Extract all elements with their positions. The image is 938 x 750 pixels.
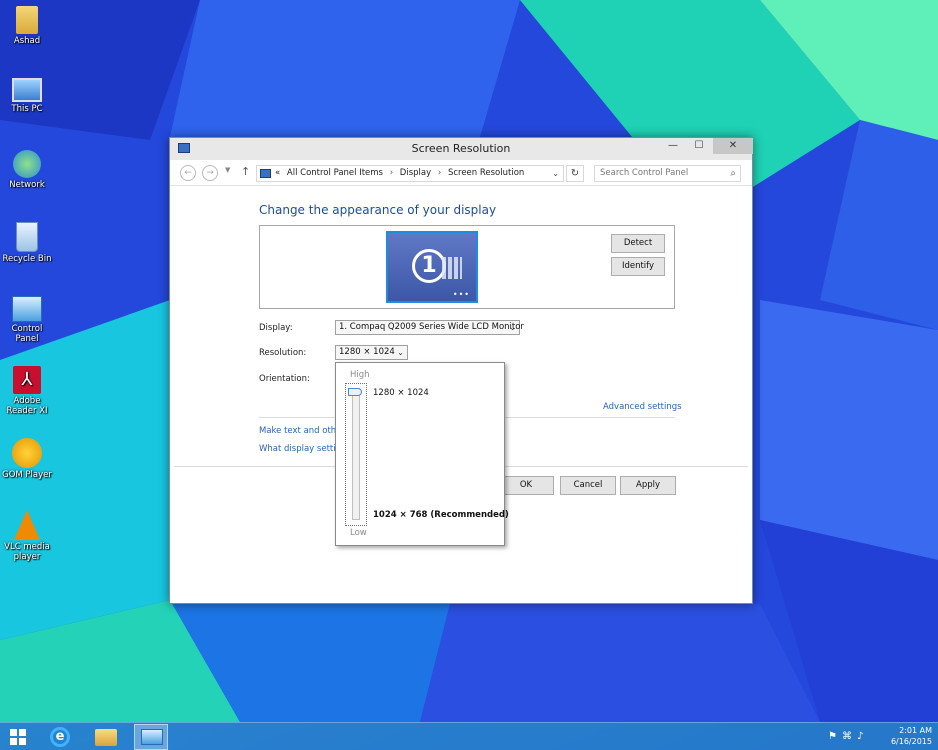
recent-locations-chevron-icon[interactable]: ▼	[225, 166, 230, 174]
recycle-bin-icon	[16, 222, 38, 252]
windows-logo-icon	[19, 729, 26, 736]
desktop-icon-recycle-bin[interactable]: Recycle Bin	[2, 222, 52, 264]
minimize-button[interactable]: —	[660, 138, 686, 154]
close-button[interactable]: ✕	[713, 138, 753, 154]
desktop-icon-label: VLC media player	[4, 542, 50, 562]
gom-player-icon	[12, 438, 42, 468]
clock[interactable]: 2:01 AM 6/16/2015	[891, 725, 932, 747]
clock-time: 2:01 AM	[899, 726, 932, 735]
make-text-larger-link[interactable]: Make text and other	[259, 426, 345, 436]
resolution-select[interactable]: 1280 × 1024 ⌄	[335, 345, 408, 360]
breadcrumb-item-all-control-panel[interactable]: All Control Panel Items	[287, 168, 383, 178]
windows-logo-icon	[10, 738, 17, 745]
slider-thumb[interactable]	[348, 388, 362, 396]
volume-icon[interactable]: ♪	[857, 731, 868, 742]
chevron-down-icon: ⌄	[509, 323, 516, 332]
display-settings-help-link[interactable]: What display setting	[259, 444, 346, 454]
control-panel-icon	[260, 169, 271, 178]
resolution-option-1280x1024[interactable]: 1280 × 1024	[373, 388, 429, 398]
taskbar-control-panel[interactable]	[134, 724, 168, 750]
orientation-label: Orientation:	[259, 374, 310, 384]
windows-logo-icon	[19, 738, 26, 745]
forward-button[interactable]: →	[202, 165, 218, 181]
resolution-select-value: 1280 × 1024	[339, 347, 395, 357]
taskbar: e ⚑⌘♪ 2:01 AM 6/16/2015	[0, 722, 938, 750]
display-select[interactable]: 1. Compaq Q2009 Series Wide LCD Monitor …	[335, 320, 524, 335]
clock-date: 6/16/2015	[890, 737, 932, 746]
breadcrumb-overflow[interactable]: «	[275, 168, 280, 178]
action-center-flag-icon[interactable]: ⚑	[828, 731, 842, 742]
monitor-dots-icon: •••	[452, 290, 470, 299]
desktop-icon-label: Adobe Reader XI	[6, 396, 48, 416]
desktop-icon-gom-player[interactable]: GOM Player	[2, 438, 52, 480]
resolution-label: Resolution:	[259, 348, 307, 358]
desktop-icon-adobe-reader[interactable]: ⅄ Adobe Reader XI	[2, 366, 52, 416]
address-history-chevron-icon[interactable]: ⌄	[552, 166, 559, 181]
display-select-value: 1. Compaq Q2009 Series Wide LCD Monitor	[339, 322, 524, 332]
desktop-icon-label: GOM Player	[2, 470, 52, 480]
control-panel-icon	[12, 296, 42, 322]
display-label: Display:	[259, 323, 293, 333]
desktop-icon-label: Recycle Bin	[2, 254, 52, 264]
window-titlebar[interactable]: Screen Resolution — ☐ ✕	[170, 138, 753, 160]
desktop-icon-label: This PC	[11, 104, 43, 114]
start-button[interactable]	[10, 729, 27, 746]
apply-button[interactable]: Apply	[620, 476, 676, 495]
windows-logo-icon	[10, 729, 17, 736]
ok-button[interactable]: OK	[498, 476, 554, 495]
vlc-cone-icon	[14, 510, 40, 540]
folder-icon	[95, 729, 117, 746]
detect-button[interactable]: Detect	[611, 234, 665, 253]
folder-icon	[16, 6, 38, 34]
slider-high-label: High	[350, 370, 370, 380]
slider-low-label: Low	[350, 528, 367, 538]
taskbar-file-explorer[interactable]	[88, 724, 122, 750]
desktop-icon-control-panel[interactable]: Control Panel	[2, 296, 52, 344]
control-panel-icon	[141, 729, 163, 745]
desktop-icon-user-folder[interactable]: Ashad	[2, 6, 52, 46]
resolution-slider[interactable]	[345, 383, 367, 526]
monitor-1-preview[interactable]: 1 •••	[386, 231, 478, 303]
identify-button[interactable]: Identify	[611, 257, 665, 276]
desktop-icon-this-pc[interactable]: This PC	[2, 78, 52, 114]
page-title: Change the appearance of your display	[259, 203, 497, 217]
breadcrumb-item-display[interactable]: Display	[400, 168, 431, 178]
adobe-reader-icon: ⅄	[13, 366, 41, 394]
search-icon[interactable]: ⌕	[730, 166, 736, 181]
slider-track[interactable]	[352, 388, 360, 520]
desktop-icon-vlc[interactable]: VLC media player	[2, 510, 52, 562]
desktop-icon-network[interactable]: Network	[2, 150, 52, 190]
search-placeholder: Search Control Panel	[600, 168, 689, 178]
advanced-settings-link[interactable]: Advanced settings	[603, 402, 682, 412]
chevron-down-icon: ⌄	[397, 348, 404, 357]
desktop-icon-label: Network	[9, 180, 45, 190]
up-button[interactable]: ↑	[241, 165, 250, 178]
resolution-slider-popup: High 1280 × 1024 1024 × 768 (Recommended…	[335, 362, 509, 546]
internet-explorer-icon: e	[50, 727, 70, 747]
desktop-icon-label: Ashad	[13, 36, 41, 46]
computer-icon	[12, 78, 42, 102]
breadcrumb[interactable]: « All Control Panel Items › Display › Sc…	[256, 165, 564, 182]
network-icon[interactable]: ⌘	[842, 731, 857, 742]
back-button[interactable]: ←	[180, 165, 196, 181]
maximize-button[interactable]: ☐	[686, 138, 712, 154]
address-bar: ← → ▼ ↑ « All Control Panel Items › Disp…	[170, 160, 752, 186]
monitor-number: 1	[412, 249, 446, 283]
resolution-option-1024x768[interactable]: 1024 × 768 (Recommended)	[373, 510, 509, 520]
monitor-preview-area: 1 ••• Detect Identify	[259, 225, 675, 309]
refresh-button[interactable]: ↻	[566, 165, 584, 182]
breadcrumb-separator: ›	[389, 168, 394, 178]
breadcrumb-separator: ›	[437, 168, 442, 178]
taskbar-internet-explorer[interactable]: e	[42, 724, 76, 750]
breadcrumb-item-screen-resolution[interactable]: Screen Resolution	[448, 168, 524, 178]
network-globe-icon	[13, 150, 41, 178]
system-tray: ⚑⌘♪	[828, 731, 868, 742]
monitor-grid-icon	[442, 257, 462, 279]
cancel-button[interactable]: Cancel	[560, 476, 616, 495]
search-input[interactable]: Search Control Panel ⌕	[594, 165, 741, 182]
desktop-icon-label: Control Panel	[11, 324, 43, 344]
